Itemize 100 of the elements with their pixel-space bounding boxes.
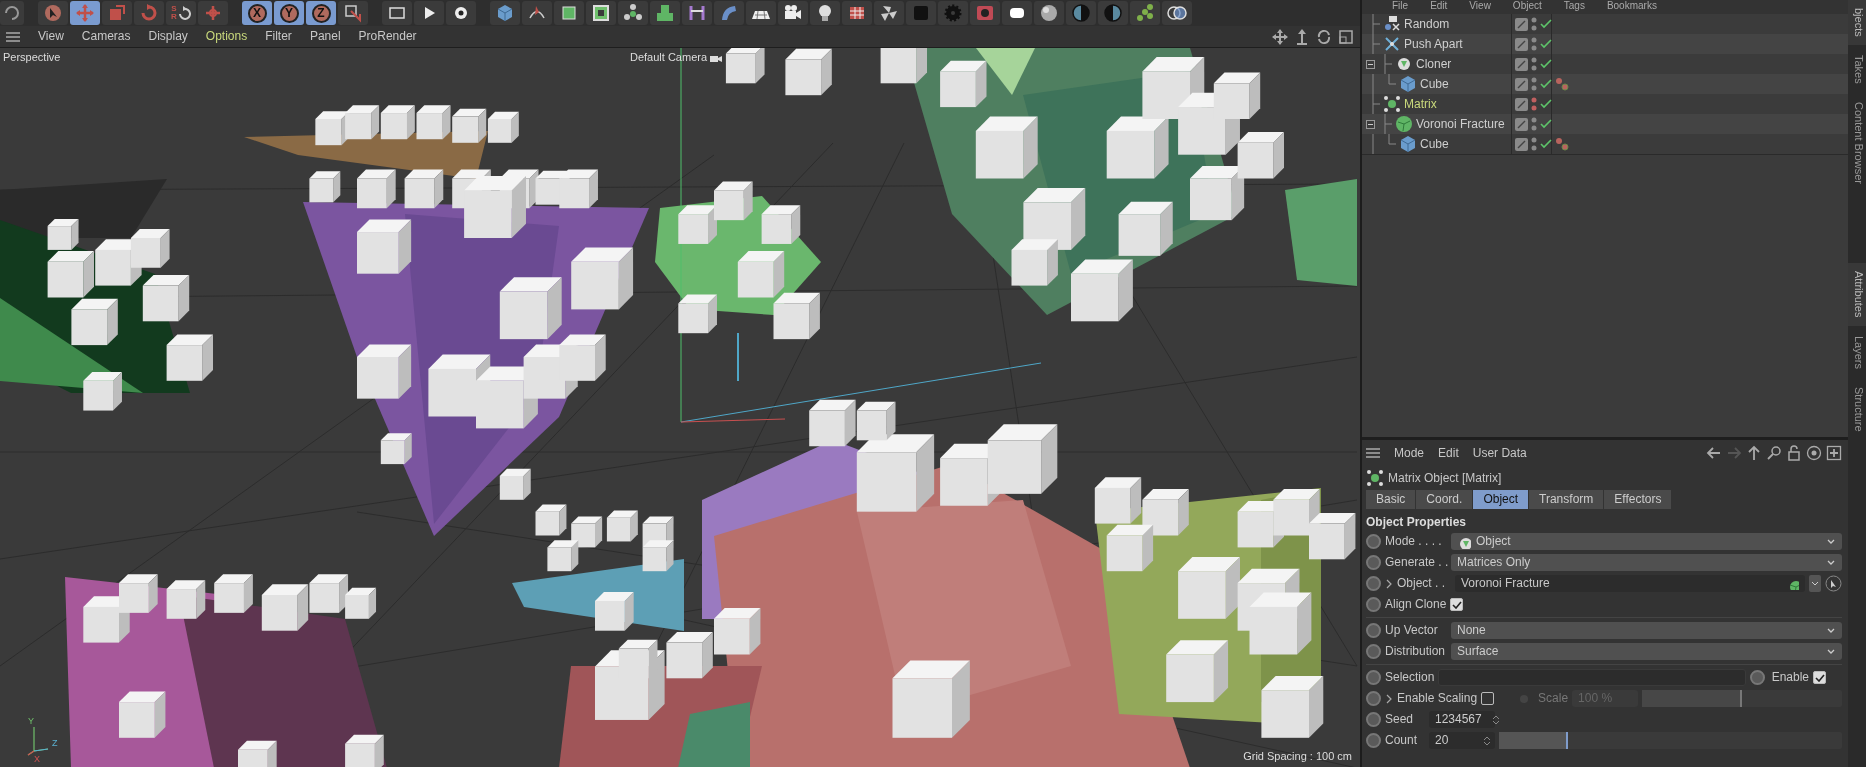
checkbox[interactable] bbox=[1450, 598, 1464, 611]
new-panel-icon[interactable] bbox=[1826, 445, 1842, 461]
camera-icon[interactable] bbox=[778, 1, 808, 25]
zoom-arrows-icon[interactable] bbox=[1294, 28, 1310, 45]
side-tab[interactable]: bjects bbox=[1848, 0, 1866, 45]
animate-toggle[interactable] bbox=[1366, 623, 1381, 638]
slider-fill[interactable] bbox=[1499, 732, 1568, 749]
object-row[interactable]: Cube bbox=[1362, 134, 1848, 154]
dropdown[interactable]: Matrices Only bbox=[1451, 554, 1842, 571]
tab[interactable]: Object bbox=[1473, 490, 1530, 509]
object-name[interactable]: Cube bbox=[1420, 136, 1449, 152]
layer-toggle-icon[interactable] bbox=[1515, 117, 1528, 131]
slider-track[interactable] bbox=[1642, 690, 1842, 707]
visibility-dots-icon[interactable] bbox=[1531, 117, 1537, 131]
pick-object-icon[interactable] bbox=[1825, 575, 1842, 592]
checkbox[interactable] bbox=[1813, 671, 1826, 684]
object-row[interactable]: Cloner bbox=[1362, 54, 1848, 74]
check-icon[interactable] bbox=[1540, 79, 1552, 89]
visibility-dots-icon[interactable] bbox=[1531, 97, 1537, 111]
tab[interactable]: Basic bbox=[1366, 490, 1417, 509]
render-view-icon[interactable] bbox=[382, 1, 412, 25]
cubes-icon[interactable] bbox=[650, 1, 680, 25]
record-icon[interactable] bbox=[970, 1, 1000, 25]
number-field[interactable]: 20 bbox=[1429, 732, 1495, 749]
cube-icon[interactable] bbox=[490, 1, 520, 25]
menu-item[interactable]: Options bbox=[205, 29, 248, 44]
menu-item[interactable]: View bbox=[38, 29, 64, 44]
layer-toggle-icon[interactable] bbox=[1515, 57, 1528, 71]
collapse-toggle[interactable] bbox=[1366, 119, 1375, 129]
side-tab[interactable]: Attributes bbox=[1848, 263, 1866, 326]
chevron-icon[interactable] bbox=[1385, 578, 1393, 589]
axis-lock-button[interactable]: Z bbox=[306, 1, 336, 25]
tab[interactable]: Effectors bbox=[1604, 490, 1673, 509]
visibility-dots-icon[interactable] bbox=[1531, 37, 1537, 51]
undo-icon[interactable] bbox=[0, 1, 24, 25]
coordinate-system-icon[interactable] bbox=[338, 1, 368, 25]
visibility-dots-icon[interactable] bbox=[1531, 77, 1537, 91]
object-row[interactable]: Matrix bbox=[1362, 94, 1848, 114]
spinner-icon[interactable] bbox=[1491, 713, 1500, 726]
spinner-icon[interactable] bbox=[1483, 734, 1491, 747]
floor-icon[interactable] bbox=[746, 1, 776, 25]
layer-toggle-icon[interactable] bbox=[1515, 77, 1528, 91]
spline-icon[interactable] bbox=[714, 1, 744, 25]
dropdown-arrow-button[interactable] bbox=[1809, 575, 1821, 592]
check-icon[interactable] bbox=[1540, 119, 1552, 129]
object-name[interactable]: Cloner bbox=[1416, 56, 1452, 72]
object-row[interactable]: Random bbox=[1362, 14, 1848, 34]
menu-icon[interactable] bbox=[6, 30, 20, 43]
check-icon[interactable] bbox=[1540, 59, 1552, 69]
dropdown[interactable]: Surface bbox=[1451, 643, 1842, 660]
check-icon[interactable] bbox=[1540, 19, 1552, 29]
layer-toggle-icon[interactable] bbox=[1515, 97, 1528, 111]
axis-lock-button[interactable]: X bbox=[242, 1, 272, 25]
up-arrow-icon[interactable] bbox=[1746, 445, 1762, 461]
tiles-icon[interactable] bbox=[842, 1, 872, 25]
cloner-icon[interactable] bbox=[618, 1, 648, 25]
animate-toggle[interactable] bbox=[1366, 576, 1381, 591]
orbit-icon[interactable] bbox=[1316, 28, 1332, 45]
object-name[interactable]: Cube bbox=[1420, 76, 1449, 92]
tab[interactable]: Transform bbox=[1529, 490, 1605, 509]
menu-item[interactable]: View bbox=[1469, 0, 1491, 14]
menu-item[interactable]: File bbox=[1392, 0, 1409, 14]
check-icon[interactable] bbox=[1540, 39, 1552, 49]
menu-item[interactable]: Bookmarks bbox=[1606, 0, 1657, 14]
menu-item[interactable]: Edit bbox=[1430, 0, 1448, 14]
pan-icon[interactable] bbox=[1272, 28, 1288, 45]
menu-item[interactable]: Panel bbox=[309, 29, 341, 44]
layer-toggle-icon[interactable] bbox=[1515, 37, 1528, 51]
scale-icon[interactable] bbox=[102, 1, 132, 25]
venn-icon[interactable] bbox=[1162, 1, 1192, 25]
menu-item[interactable]: Tags bbox=[1563, 0, 1585, 14]
check-icon[interactable] bbox=[1540, 99, 1552, 109]
chain-icon[interactable] bbox=[1130, 1, 1160, 25]
dropdown[interactable]: Object bbox=[1451, 533, 1842, 550]
object-name[interactable]: Matrix bbox=[1404, 96, 1437, 112]
animate-toggle[interactable] bbox=[1366, 597, 1381, 612]
animate-toggle[interactable] bbox=[1366, 534, 1381, 549]
layer-toggle-icon[interactable] bbox=[1515, 137, 1528, 151]
axis-lock-button[interactable]: Y bbox=[274, 1, 304, 25]
object-row[interactable]: Cube bbox=[1362, 74, 1848, 94]
pen-icon[interactable] bbox=[522, 1, 552, 25]
visibility-dots-icon[interactable] bbox=[1531, 137, 1537, 151]
slider-track[interactable] bbox=[1499, 732, 1842, 749]
menu-item[interactable]: ProRender bbox=[358, 29, 417, 44]
rotate-icon[interactable] bbox=[134, 1, 164, 25]
render-icon[interactable] bbox=[414, 1, 444, 25]
collapse-toggle[interactable] bbox=[1366, 59, 1375, 69]
animate-toggle[interactable] bbox=[1366, 733, 1381, 748]
animate-toggle[interactable] bbox=[1366, 644, 1381, 659]
subdivision-icon[interactable] bbox=[554, 1, 584, 25]
animate-toggle[interactable] bbox=[1366, 691, 1381, 706]
animate-toggle[interactable] bbox=[1749, 670, 1765, 685]
search-icon[interactable] bbox=[1766, 445, 1782, 461]
back-arrow-icon[interactable] bbox=[1706, 445, 1722, 461]
target-icon[interactable] bbox=[1806, 445, 1822, 461]
camera-name[interactable]: Default Camera bbox=[630, 51, 708, 65]
light-bulb-icon[interactable] bbox=[810, 1, 840, 25]
deformer-icon[interactable] bbox=[682, 1, 712, 25]
transform-icon[interactable] bbox=[198, 1, 228, 25]
link-field[interactable]: Voronoi Fracture bbox=[1455, 575, 1805, 592]
